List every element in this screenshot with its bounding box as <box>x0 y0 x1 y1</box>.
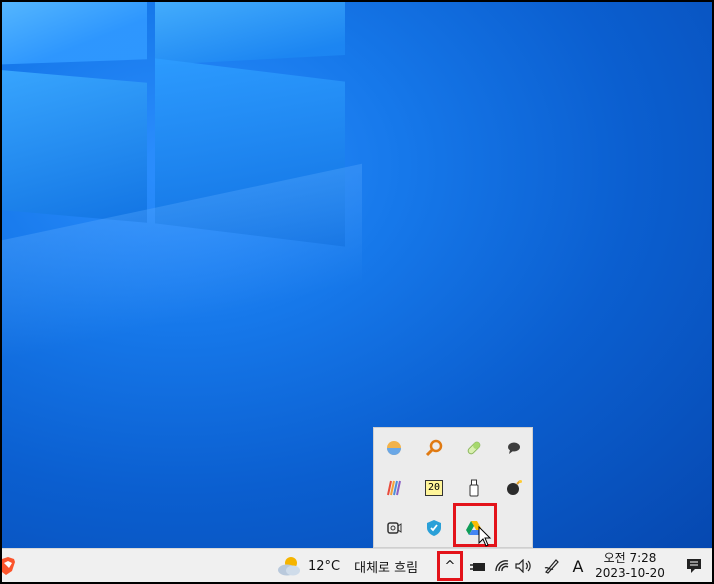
speaker-volume-icon[interactable] <box>514 549 534 582</box>
weather-condition: 대체로 흐림 <box>354 560 419 576</box>
taskbar: 12°C 대체로 흐림 ^ A 오전 7:28 2023-10-20 <box>2 548 712 582</box>
input-language-indicator[interactable]: A <box>568 549 588 582</box>
usb-drive-icon[interactable] <box>454 468 494 508</box>
color-sphere-icon[interactable] <box>374 428 414 468</box>
search-key-icon[interactable] <box>414 428 454 468</box>
mouse-cursor-icon <box>478 526 492 547</box>
windows-logo-pane <box>155 2 345 65</box>
screen-frame: 20 12°C 대체로 흐림 ^ A 오전 7:28 2023-10-20 <box>0 0 714 584</box>
show-hidden-icons-button[interactable]: ^ <box>437 551 463 581</box>
calendar-badge-icon[interactable]: 20 <box>414 468 454 508</box>
windows-logo-pane <box>2 2 147 65</box>
empty-slot <box>494 508 534 548</box>
notification-icon <box>687 559 701 573</box>
brave-lion-icon <box>2 557 15 575</box>
system-clock[interactable]: 오전 7:28 2023-10-20 <box>594 551 666 581</box>
weather-temperature: 12°C <box>308 558 341 574</box>
brave-browser-taskbar-button[interactable] <box>2 549 18 582</box>
webcam-icon[interactable] <box>374 508 414 548</box>
clock-date: 2023-10-20 <box>595 566 665 580</box>
shield-icon[interactable] <box>414 508 454 548</box>
wifi-icon[interactable] <box>492 549 512 582</box>
colored-stripes-icon[interactable] <box>374 468 414 508</box>
chevron-up-icon: ^ <box>444 558 456 574</box>
pen-ink-icon[interactable] <box>542 549 562 582</box>
weather-widget[interactable]: 12°C 대체로 흐림 <box>276 549 419 582</box>
pill-icon[interactable] <box>454 428 494 468</box>
bomb-icon[interactable] <box>494 468 534 508</box>
windows-logo-pane <box>2 69 147 223</box>
chat-bubble-icon[interactable] <box>494 428 534 468</box>
clock-time: 오전 7:28 <box>603 551 657 565</box>
power-plug-icon[interactable] <box>468 549 488 582</box>
calendar-badge-label: 20 <box>425 480 443 496</box>
partly-cloudy-icon <box>278 557 300 576</box>
action-center-button[interactable] <box>682 549 706 582</box>
desktop[interactable]: 20 <box>2 2 712 548</box>
